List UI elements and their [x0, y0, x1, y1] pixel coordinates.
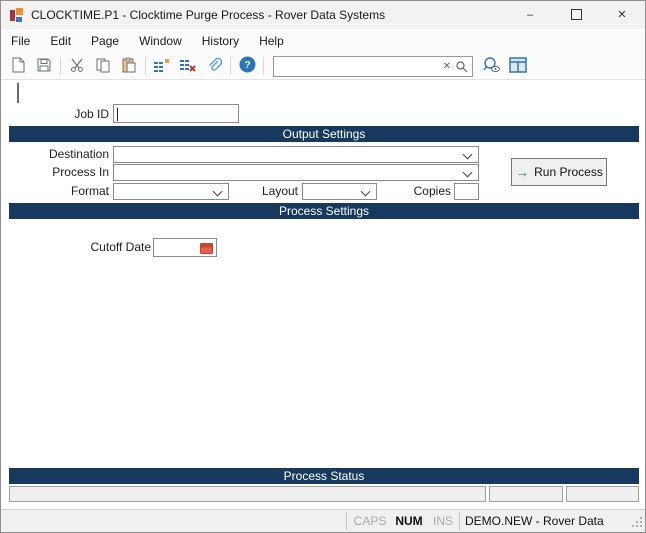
- svg-text:?: ?: [244, 60, 250, 71]
- delete-rows-icon: [179, 57, 197, 76]
- layout-view-icon: [509, 56, 527, 76]
- job-id-input[interactable]: [113, 104, 239, 123]
- layout-label: Layout: [261, 184, 298, 198]
- statusbar-separator: [459, 512, 460, 530]
- window-title: CLOCKTIME.P1 - Clocktime Purge Process -…: [31, 8, 386, 22]
- ins-indicator: INS: [432, 514, 453, 528]
- run-process-button[interactable]: → Run Process: [511, 158, 607, 186]
- titlebar: CLOCKTIME.P1 - Clocktime Purge Process -…: [1, 1, 645, 29]
- job-id-label: Job ID: [74, 107, 109, 121]
- menu-item-edit[interactable]: Edit: [40, 29, 81, 53]
- session-info: DEMO.NEW - Rover Data Systems: [465, 514, 604, 528]
- new-document-icon: [10, 57, 26, 76]
- minimize-button[interactable]: –: [507, 1, 553, 29]
- clear-search-icon[interactable]: ✕: [443, 59, 451, 74]
- section-header-process-settings: Process Settings: [9, 203, 639, 219]
- menu-item-file[interactable]: File: [1, 29, 40, 53]
- copies-label: Copies: [413, 184, 451, 198]
- search-icon[interactable]: [455, 60, 468, 76]
- search-eye-icon: [482, 56, 502, 77]
- toolbar-separator: [230, 57, 231, 75]
- calendar-icon[interactable]: [200, 242, 213, 258]
- statusbar: CAPS NUM INS DEMO.NEW - Rover Data Syste…: [1, 509, 645, 532]
- copies-input[interactable]: [454, 183, 479, 200]
- run-process-label: Run Process: [534, 165, 603, 179]
- app-logo-icon: [9, 7, 25, 23]
- cutoff-date-input[interactable]: [153, 238, 217, 257]
- process-in-select[interactable]: [113, 164, 479, 181]
- cut-icon: [69, 57, 85, 76]
- maximize-icon: [570, 8, 582, 20]
- run-arrow-icon: →: [515, 164, 530, 180]
- toolbar: ? ✕: [1, 53, 645, 80]
- toolbar-separator: [60, 57, 61, 75]
- section-header-process-status: Process Status: [9, 468, 639, 484]
- copy-button[interactable]: [90, 54, 116, 78]
- destination-select[interactable]: [113, 146, 479, 163]
- chevron-down-icon: [360, 186, 371, 197]
- attachment-button[interactable]: [201, 54, 227, 78]
- minimize-icon: –: [526, 9, 534, 21]
- delete-rows-button[interactable]: [175, 54, 201, 78]
- cut-button[interactable]: [64, 54, 90, 78]
- text-cursor: [17, 83, 19, 103]
- num-indicator: NUM: [395, 514, 423, 528]
- toolbar-separator: [263, 57, 264, 75]
- layout-select[interactable]: [302, 183, 377, 200]
- process-status-field-3: [566, 486, 639, 502]
- new-button[interactable]: [5, 54, 31, 78]
- resize-grip[interactable]: [632, 516, 643, 530]
- chevron-down-icon: [462, 167, 473, 178]
- paste-button[interactable]: [116, 54, 142, 78]
- close-icon: ✕: [617, 9, 627, 21]
- text-caret: [117, 108, 118, 121]
- menu-item-window[interactable]: Window: [129, 29, 192, 53]
- layout-view-button[interactable]: [505, 54, 531, 78]
- save-icon: [36, 57, 52, 76]
- close-button[interactable]: ✕: [599, 1, 645, 29]
- destination-label: Destination: [48, 147, 109, 161]
- chevron-down-icon: [212, 186, 223, 197]
- insert-rows-icon: [153, 57, 171, 76]
- help-button[interactable]: ?: [234, 54, 260, 78]
- format-label: Format: [70, 184, 109, 198]
- attachment-icon: [206, 57, 223, 76]
- process-status-field-1: [9, 486, 486, 502]
- process-in-label: Process In: [52, 165, 109, 179]
- menu-item-page[interactable]: Page: [81, 29, 129, 53]
- menu-item-help[interactable]: Help: [249, 29, 294, 53]
- maximize-button[interactable]: [553, 1, 599, 29]
- section-header-output-settings: Output Settings: [9, 126, 639, 142]
- search-box: ✕: [273, 55, 473, 77]
- cutoff-date-label: Cutoff Date: [90, 240, 151, 254]
- toolbar-separator: [145, 57, 146, 75]
- statusbar-separator: [346, 512, 347, 530]
- paste-icon: [121, 57, 137, 76]
- save-button[interactable]: [31, 54, 57, 78]
- help-icon: ?: [239, 56, 256, 76]
- insert-rows-button[interactable]: [149, 54, 175, 78]
- copy-icon: [95, 57, 111, 76]
- caps-indicator: CAPS: [353, 514, 387, 528]
- chevron-down-icon: [462, 149, 473, 160]
- format-select[interactable]: [113, 183, 229, 200]
- menubar: File Edit Page Window History Help: [1, 29, 645, 53]
- advanced-search-button[interactable]: [479, 54, 505, 78]
- menu-item-history[interactable]: History: [192, 29, 249, 53]
- process-status-field-2: [489, 486, 563, 502]
- app-window: CLOCKTIME.P1 - Clocktime Purge Process -…: [0, 0, 646, 533]
